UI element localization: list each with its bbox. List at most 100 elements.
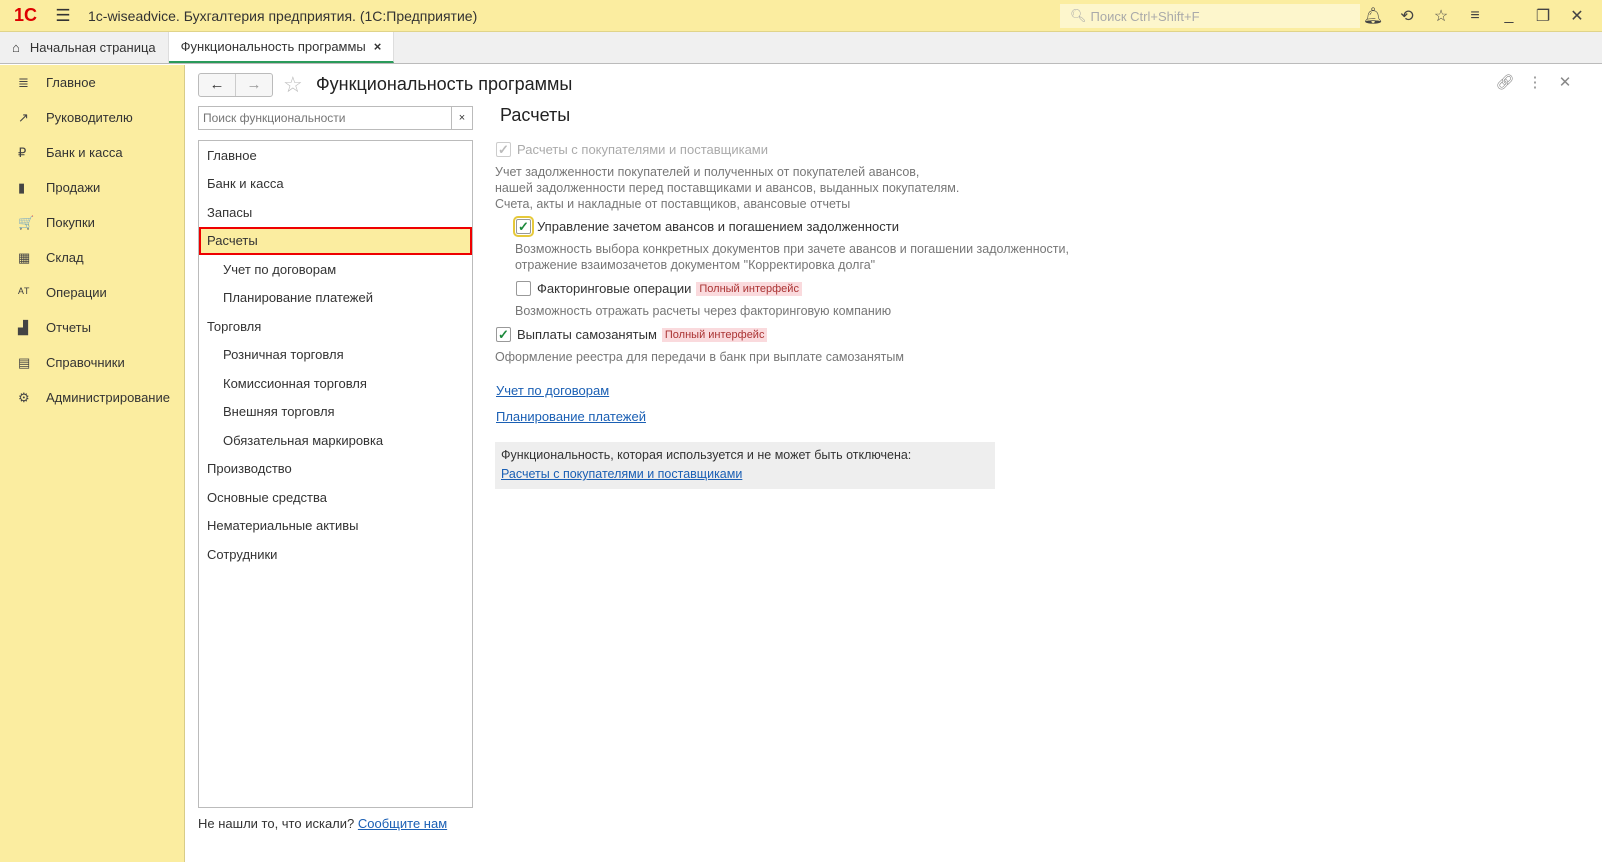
option-label: Факторинговые операции: [537, 281, 692, 296]
sidebar-item[interactable]: ₽ Банк и касса: [0, 135, 184, 170]
sidebar-item[interactable]: ▟ Отчеты: [0, 310, 184, 345]
sidebar-icon: ⚙: [18, 389, 30, 405]
option-settlements-desc: Учет задолженности покупателей и получен…: [495, 164, 959, 212]
global-search-input[interactable]: 🔍︎ Поиск Ctrl+Shift+F: [1060, 4, 1360, 28]
payment-planning-link[interactable]: Планирование платежей: [496, 409, 646, 424]
back-button[interactable]: ←: [199, 74, 235, 96]
list-item[interactable]: Главное: [199, 141, 472, 170]
sidebar-icon: ᴬᵀ: [18, 285, 30, 300]
tab-bar: ⌂ Начальная страница Функциональность про…: [0, 32, 1602, 64]
list-item[interactable]: Основные средства: [199, 483, 472, 512]
tab-close-icon[interactable]: ×: [374, 39, 382, 54]
contracts-link[interactable]: Учет по договорам: [496, 383, 609, 398]
option-factoring: Факторинговые операции Полный интерфейс: [516, 281, 802, 296]
list-item[interactable]: Комиссионная торговля: [199, 369, 472, 398]
sidebar: ≣ Главное ↗ Руководителю ₽ Банк и касса ▮ Прода…: [0, 65, 185, 862]
app-title: 1c-wiseadvice. Бухгалтерия предприятия. …: [88, 7, 478, 24]
sidebar-item[interactable]: 🛒 Покупки: [0, 205, 184, 240]
option-label: Расчеты с покупателями и поставщиками: [517, 142, 768, 157]
tab-label: Начальная страница: [29, 40, 156, 55]
star-icon[interactable]: ☆: [1424, 6, 1458, 26]
locked-functionality-link[interactable]: Расчеты с покупателями и поставщиками: [501, 467, 989, 481]
sidebar-icon: ▮: [18, 179, 26, 195]
list-item[interactable]: Планирование платежей: [199, 284, 472, 313]
menu-icon[interactable]: ☰: [48, 6, 78, 26]
sidebar-icon: 🛒: [18, 214, 35, 230]
sidebar-item-label: Руководителю: [46, 110, 133, 125]
sidebar-item-label: Банк и касса: [46, 145, 123, 160]
sidebar-item[interactable]: ᴬᵀ Операции: [0, 275, 184, 310]
sidebar-icon: ▤: [18, 354, 31, 370]
option-advance-offset: ✓ Управление зачетом авансов и погашением…: [513, 216, 899, 237]
sidebar-icon: ₽: [18, 144, 27, 160]
tab-home[interactable]: ⌂ Начальная страница: [0, 32, 169, 63]
1c-logo: 1С: [14, 5, 38, 25]
restore-icon[interactable]: ❐: [1526, 6, 1560, 26]
list-item[interactable]: Запасы: [199, 198, 472, 227]
forward-button[interactable]: →: [235, 74, 272, 96]
list-item[interactable]: Учет по договорам: [199, 255, 472, 284]
sidebar-item-label: Склад: [46, 250, 84, 265]
option-self-employed-desc: Оформление реестра для передачи в банк п…: [495, 350, 904, 364]
sidebar-item[interactable]: ↗ Руководителю: [0, 100, 184, 135]
favorite-star-icon[interactable]: ☆: [283, 72, 303, 98]
functionality-search-input[interactable]: [199, 107, 451, 129]
list-item[interactable]: Торговля: [199, 312, 472, 341]
sidebar-icon: ▟: [18, 319, 28, 335]
option-settlements: ✓ Расчеты с покупателями и поставщиками: [496, 142, 768, 157]
checkbox-settlements: ✓: [496, 142, 511, 157]
list-item[interactable]: Обязательная маркировка: [199, 426, 472, 455]
close-form-icon[interactable]: ✕: [1550, 73, 1580, 91]
locked-functionality-box: Функциональность, которая используется и…: [495, 442, 995, 489]
checkbox-advance-offset[interactable]: ✓: [513, 216, 534, 237]
option-factoring-desc: Возможность отражать расчеты через факто…: [515, 304, 892, 318]
section-title: Расчеты: [500, 105, 571, 125]
footer: Не нашли то, что искали? Сообщите нам: [198, 816, 447, 831]
section-list: Главное Банк и касса Запасы Расчеты Учет по …: [198, 140, 473, 808]
link-icon[interactable]: 🔗︎: [1490, 73, 1520, 91]
desc-line: нашей задолженности перед поставщиками и…: [495, 181, 960, 195]
desc-line: отражение взаимозачетов документом "Корр…: [515, 258, 876, 272]
list-item[interactable]: Нематериальные активы: [199, 512, 472, 541]
close-icon[interactable]: ✕: [1560, 6, 1594, 26]
search-icon: 🔍︎: [1070, 8, 1087, 23]
sidebar-item[interactable]: ≣ Главное: [0, 65, 184, 100]
sidebar-item[interactable]: ▦ Склад: [0, 240, 184, 275]
bell-icon[interactable]: 🔔︎: [1356, 6, 1390, 26]
sidebar-item-label: Отчеты: [46, 320, 91, 335]
page-title: Функциональность программы: [316, 74, 573, 94]
search-placeholder: Поиск Ctrl+Shift+F: [1090, 8, 1200, 24]
filter-menu-icon[interactable]: ≡: [1458, 7, 1492, 25]
list-item[interactable]: Внешняя торговля: [199, 398, 472, 427]
nav-buttons: ← →: [198, 73, 273, 97]
list-item[interactable]: Розничная торговля: [199, 341, 472, 370]
feedback-link[interactable]: Сообщите нам: [358, 816, 447, 831]
list-item[interactable]: Расчеты: [199, 226, 472, 255]
checkbox-factoring[interactable]: [516, 281, 531, 296]
option-label: Управление зачетом авансов и погашением …: [537, 219, 899, 234]
minimize-icon[interactable]: _: [1492, 7, 1526, 25]
sidebar-item-label: Покупки: [46, 215, 95, 230]
list-item[interactable]: Банк и касса: [199, 170, 472, 199]
sidebar-item[interactable]: ⚙ Администрирование: [0, 380, 184, 415]
full-interface-badge: Полный интерфейс: [696, 281, 802, 296]
sidebar-item[interactable]: ▮ Продажи: [0, 170, 184, 205]
info-text: Функциональность, которая используется и…: [501, 448, 912, 462]
functionality-search: ×: [198, 106, 473, 130]
sidebar-item-label: Главное: [46, 75, 96, 90]
sidebar-item[interactable]: ▤ Справочники: [0, 345, 184, 380]
list-item[interactable]: Производство: [199, 455, 472, 484]
sidebar-item-label: Справочники: [46, 355, 125, 370]
search-clear-button[interactable]: ×: [451, 107, 472, 129]
tab-functionality[interactable]: Функциональность программы ×: [168, 32, 395, 63]
home-icon: ⌂: [12, 40, 20, 55]
checkbox-self-employed[interactable]: ✓: [496, 327, 511, 342]
tab-label: Функциональность программы: [180, 39, 366, 54]
more-icon[interactable]: ⋮: [1520, 73, 1550, 91]
history-icon[interactable]: ⟲: [1390, 6, 1424, 26]
sidebar-item-label: Продажи: [46, 180, 101, 195]
option-advance-offset-desc: Возможность выбора конкретных документов…: [515, 241, 1069, 273]
list-item[interactable]: Сотрудники: [199, 540, 472, 569]
sidebar-icon: ↗: [18, 109, 29, 125]
desc-line: Возможность выбора конкретных документов…: [515, 242, 1069, 256]
